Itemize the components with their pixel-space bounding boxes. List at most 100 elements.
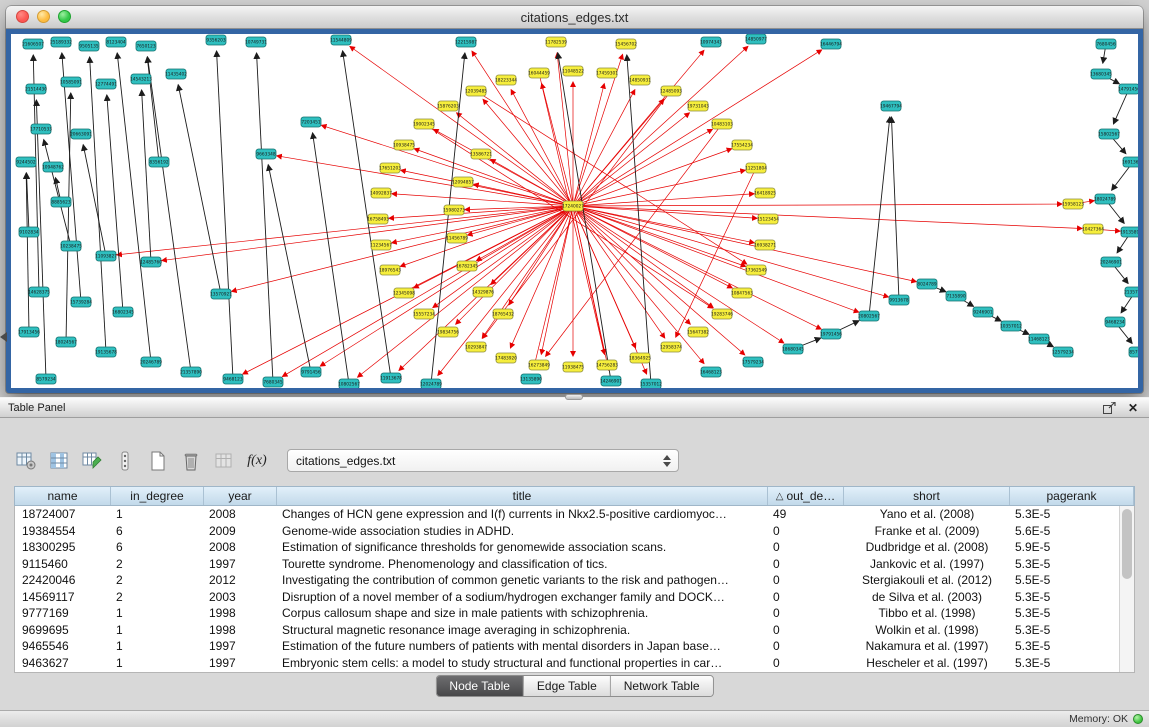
graph-node[interactable]: 15557234 (413, 309, 435, 319)
graph-node[interactable]: 11913678 (380, 373, 402, 383)
graph-edge[interactable] (178, 85, 221, 294)
graph-edge[interactable] (891, 117, 899, 300)
graph-node[interactable]: 17913456 (18, 327, 40, 337)
graph-node[interactable]: 7680456 (1096, 39, 1116, 49)
graph-node[interactable]: 11251804 (745, 163, 767, 173)
graph-node[interactable]: 19467794 (880, 101, 902, 111)
graph-edge[interactable] (627, 55, 651, 384)
graph-node[interactable]: 8024789 (917, 279, 937, 289)
graph-node[interactable]: 15739284 (70, 297, 92, 307)
minimize-window-button[interactable] (37, 10, 50, 23)
graph-node[interactable]: 16418925 (754, 188, 776, 198)
graph-node[interactable]: 14628375 (28, 287, 50, 297)
graph-node[interactable]: 12094857 (452, 177, 474, 187)
function-builder-icon[interactable]: f(x) (245, 448, 269, 474)
column-header-pagerank[interactable]: pagerank (1010, 487, 1134, 505)
graph-node[interactable]: 13135890 (520, 374, 542, 384)
graph-node[interactable]: 21606507 (22, 39, 44, 49)
table-row[interactable]: 946554611997Estimation of the future num… (15, 638, 1134, 655)
graph-edge[interactable] (573, 206, 754, 243)
graph-node[interactable]: 25189332 (50, 37, 72, 47)
graph-node[interactable]: 20246901 (1100, 257, 1122, 267)
graph-node[interactable]: 10357012 (1000, 321, 1022, 331)
graph-edge[interactable] (117, 206, 573, 255)
graph-node[interactable]: 16044459 (528, 68, 550, 78)
import-table-icon[interactable] (212, 448, 236, 474)
table-panel-titlebar[interactable]: Table Panel ✕ (0, 397, 1149, 418)
graph-node[interactable]: 10802567 (338, 379, 360, 388)
graph-node[interactable]: 7650123 (136, 41, 156, 51)
graph-node[interactable]: 17362549 (745, 265, 767, 275)
graph-node[interactable]: 11048522 (562, 66, 584, 76)
graph-node[interactable]: 14246901 (600, 376, 622, 386)
graph-edge[interactable] (573, 206, 888, 297)
graph-edge[interactable] (573, 204, 1062, 206)
graph-edge[interactable] (232, 206, 573, 291)
graph-node[interactable]: 11938475 (562, 362, 584, 372)
graph-node[interactable]: 12024789 (420, 379, 442, 388)
table-row[interactable]: 946362711997Embryonic stem cells: a mode… (15, 655, 1134, 672)
graph-node[interactable]: 7680345 (263, 377, 283, 387)
network-canvas[interactable]: 17240027 15123454 16418925 11251804 17554234… (11, 34, 1138, 388)
graph-node[interactable]: 16758493 (367, 214, 389, 224)
graph-edge[interactable] (83, 145, 106, 256)
graph-node[interactable]: 17554234 (731, 140, 753, 150)
tab-edge-table[interactable]: Edge Table (523, 676, 610, 696)
graph-edge[interactable] (389, 206, 573, 218)
graph-node[interactable]: 12215987 (455, 37, 477, 47)
graph-node[interactable]: 12345098 (393, 288, 415, 298)
graph-node[interactable]: 9102834 (19, 227, 39, 237)
graph-edge[interactable] (573, 206, 821, 329)
graph-edge[interactable] (541, 206, 573, 354)
graph-node[interactable]: 8123404 (106, 37, 126, 47)
graph-node[interactable]: 8579234 (36, 374, 56, 384)
graph-node[interactable]: 12485093 (660, 86, 682, 96)
table-selector-dropdown[interactable]: citations_edges.txt (287, 449, 679, 472)
graph-node[interactable]: 14791456 (1118, 84, 1138, 94)
graph-node[interactable]: 9913678 (889, 295, 909, 305)
graph-node[interactable]: 19834756 (437, 327, 459, 337)
graph-edge[interactable] (510, 206, 573, 348)
graph-node[interactable]: 18976543 (379, 265, 401, 275)
graph-node[interactable]: 21357012 (1124, 287, 1138, 297)
graph-edge[interactable] (147, 57, 159, 162)
graph-edge[interactable] (573, 113, 689, 206)
graph-node[interactable]: 21357890 (180, 367, 202, 377)
graph-node[interactable]: 10427364 (1082, 224, 1104, 234)
graph-node[interactable]: 11782539 (545, 37, 567, 47)
graph-node[interactable]: 12774491 (95, 79, 117, 89)
table-row[interactable]: 1456911722003Disruption of a novel membe… (15, 589, 1134, 606)
float-panel-icon[interactable] (1101, 401, 1117, 415)
graph-node[interactable]: 19283746 (711, 309, 733, 319)
graph-edge[interactable] (573, 129, 712, 206)
graph-node[interactable]: 16273849 (528, 360, 550, 370)
graph-node[interactable]: 19135890 (1120, 227, 1138, 237)
graph-node[interactable]: 9356203 (206, 35, 226, 45)
panel-collapse-arrow-icon[interactable] (0, 332, 7, 342)
graph-node[interactable]: 15802567 (1098, 129, 1120, 139)
row-tools-icon[interactable] (113, 448, 137, 474)
graph-node[interactable]: 9244502 (16, 157, 36, 167)
graph-node[interactable]: 15123454 (757, 214, 779, 224)
window-titlebar[interactable]: citations_edges.txt (6, 6, 1143, 29)
graph-node[interactable]: 20802567 (858, 311, 880, 321)
graph-node[interactable]: 9791456 (301, 367, 321, 377)
graph-node[interactable]: 15958123 (1062, 199, 1084, 209)
graph-node[interactable]: 14850977 (745, 34, 767, 44)
graph-node[interactable]: 13680345 (1090, 69, 1112, 79)
table-scrollbar[interactable] (1119, 506, 1134, 672)
graph-node[interactable]: 9505135 (79, 41, 99, 51)
graph-node[interactable]: 15980273 (443, 205, 465, 215)
graph-edge[interactable] (573, 194, 754, 206)
graph-node[interactable]: 9468123 (223, 374, 243, 384)
graph-node[interactable]: 17240027 (562, 201, 584, 211)
graph-node[interactable]: 18024789 (1094, 194, 1116, 204)
graph-node[interactable]: 8356192 (149, 157, 169, 167)
graph-edge[interactable] (282, 206, 573, 376)
delete-icon[interactable] (179, 448, 203, 474)
graph-node[interactable]: 16446794 (820, 39, 842, 49)
graph-node[interactable]: 14543213 (130, 74, 152, 84)
citation-network-graph[interactable]: 17240027 15123454 16418925 11251804 17554234… (11, 34, 1138, 388)
graph-node[interactable]: 9246901 (973, 307, 993, 317)
graph-edge[interactable] (268, 165, 311, 372)
